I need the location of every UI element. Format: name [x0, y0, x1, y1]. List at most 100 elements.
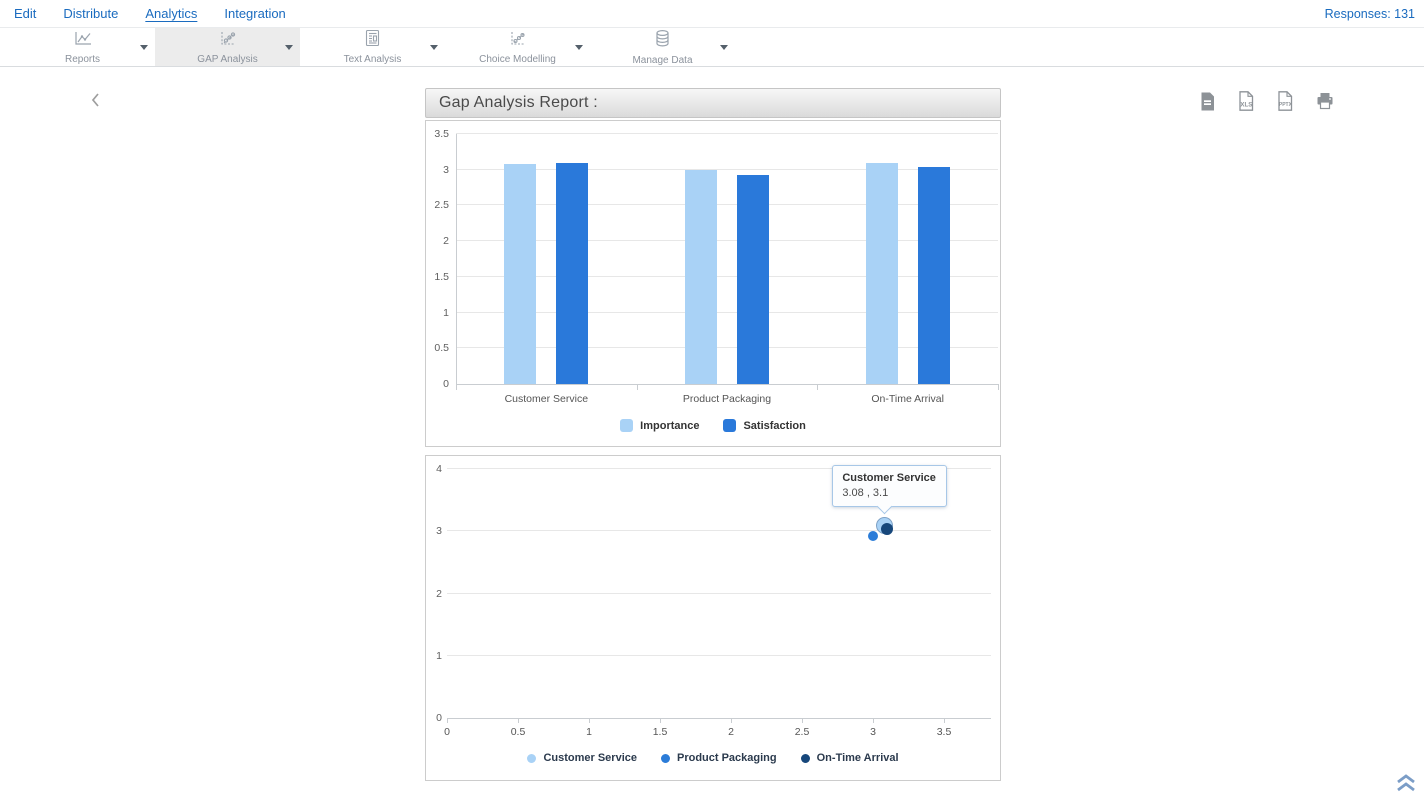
tooltip-pointer [877, 499, 893, 515]
x-axis-tick [589, 718, 590, 723]
x-axis-tick [456, 384, 457, 390]
nav-item-edit[interactable]: Edit [14, 6, 36, 21]
x-axis-tick [518, 718, 519, 723]
x-tick-label: 0.5 [503, 726, 533, 738]
scatter-legend: Customer Service Product Packaging On-Time… [426, 752, 1000, 764]
gridline [447, 530, 991, 531]
tab-label: Reports [65, 54, 100, 65]
x-axis-tick [637, 384, 638, 390]
double-chevron-up-icon [1394, 779, 1418, 796]
tab-text-analysis[interactable]: Text Analysis [300, 28, 445, 66]
nav-item-analytics[interactable]: Analytics [145, 6, 197, 21]
scatter-plot-area: 0123400.511.522.533.5Customer Service3.0… [426, 456, 1000, 780]
y-tick-label: 2 [426, 235, 449, 247]
x-axis-tick [731, 718, 732, 723]
bar-chart-plot-area: 00.511.522.533.5Customer ServiceProduct … [426, 121, 1000, 446]
gap-bar-chart: 00.511.522.533.5Customer ServiceProduct … [425, 120, 1001, 447]
point-on-time-arrival[interactable] [881, 523, 893, 535]
legend-label: On-Time Arrival [817, 752, 899, 764]
legend-label: Product Packaging [677, 752, 777, 764]
analytics-toolbar: Reports GAP Analysis Text Analysis [0, 28, 1424, 67]
tab-choice-modelling[interactable]: Choice Modelling [445, 28, 590, 66]
database-icon [654, 29, 671, 53]
nav-item-integration[interactable]: Integration [224, 6, 285, 21]
x-tick-label: 1.5 [645, 726, 675, 738]
x-axis-tick [660, 718, 661, 723]
tab-label: Choice Modelling [479, 54, 556, 65]
y-tick-label: 3 [426, 164, 449, 176]
legend-item-on-time-arrival[interactable]: On-Time Arrival [801, 752, 899, 764]
pptx-export-icon[interactable]: PPTX [1276, 91, 1295, 111]
x-tick-label: 2 [716, 726, 746, 738]
y-axis-line [456, 134, 457, 384]
tab-label: Text Analysis [344, 54, 402, 65]
legend-label: Customer Service [543, 752, 637, 764]
top-nav: Edit Distribute Analytics Integration Re… [0, 0, 1424, 28]
legend-item-product-packaging[interactable]: Product Packaging [661, 752, 777, 764]
point-product-packaging[interactable] [868, 531, 878, 541]
chevron-left-icon [90, 95, 100, 112]
bar-importance-product-packaging[interactable] [685, 170, 717, 384]
export-toolbar: XLS PPTX [1198, 91, 1334, 111]
x-axis-tick [944, 718, 945, 723]
x-axis-line [456, 384, 999, 385]
x-axis-tick [817, 384, 818, 390]
tooltip-title: Customer Service [842, 472, 936, 484]
y-tick-label: 1 [426, 650, 442, 662]
y-tick-label: 0 [426, 712, 442, 724]
responses-count[interactable]: Responses: 131 [1325, 7, 1424, 21]
x-axis-tick [873, 718, 874, 723]
legend-marker [723, 419, 736, 432]
y-tick-label: 0.5 [426, 342, 449, 354]
chevron-down-icon[interactable] [430, 45, 438, 50]
pptx-label: PPTX [1279, 102, 1293, 108]
bar-satisfaction-product-packaging[interactable] [737, 175, 769, 384]
scroll-to-top-button[interactable] [1394, 773, 1418, 797]
category-label: Customer Service [461, 393, 631, 405]
y-tick-label: 4 [426, 463, 442, 475]
x-tick-label: 1 [574, 726, 604, 738]
line-chart-icon [72, 30, 94, 52]
x-tick-label: 0 [432, 726, 462, 738]
y-tick-label: 0 [426, 378, 449, 390]
page-title: Gap Analysis Report : [426, 94, 598, 112]
y-tick-label: 3 [426, 525, 442, 537]
back-button[interactable] [90, 92, 100, 113]
tooltip-value: 3.08 , 3.1 [842, 487, 936, 499]
chevron-down-icon[interactable] [140, 45, 148, 50]
bar-importance-on-time-arrival[interactable] [866, 163, 898, 384]
bar-importance-customer-service[interactable] [504, 164, 536, 384]
y-tick-label: 1.5 [426, 271, 449, 283]
gridline [447, 593, 991, 594]
legend-item-satisfaction[interactable]: Satisfaction [723, 419, 805, 432]
legend-item-customer-service[interactable]: Customer Service [527, 752, 637, 764]
y-tick-label: 2 [426, 588, 442, 600]
bar-satisfaction-on-time-arrival[interactable] [918, 167, 950, 384]
legend-dot [661, 754, 670, 763]
y-tick-label: 2.5 [426, 199, 449, 211]
x-tick-label: 2.5 [787, 726, 817, 738]
y-tick-label: 3.5 [426, 128, 449, 140]
legend-dot [801, 754, 810, 763]
category-label: Product Packaging [642, 393, 812, 405]
choice-modelling-icon [507, 30, 528, 52]
xls-export-icon[interactable]: XLS [1237, 91, 1256, 111]
print-icon[interactable] [1315, 91, 1334, 111]
tab-reports[interactable]: Reports [10, 28, 155, 66]
chevron-down-icon[interactable] [575, 45, 583, 50]
tab-manage-data[interactable]: Manage Data [590, 28, 735, 66]
document-export-icon[interactable] [1198, 91, 1217, 111]
tab-gap-analysis[interactable]: GAP Analysis [155, 28, 300, 66]
tab-label: GAP Analysis [197, 54, 257, 65]
chevron-down-icon[interactable] [285, 45, 293, 50]
bar-legend: Importance Satisfaction [426, 419, 1000, 432]
chevron-down-icon[interactable] [720, 45, 728, 50]
nav-item-distribute[interactable]: Distribute [63, 6, 118, 21]
gridline [456, 133, 998, 134]
legend-item-importance[interactable]: Importance [620, 419, 699, 432]
text-analysis-icon [364, 29, 381, 52]
gridline [447, 655, 991, 656]
legend-label: Satisfaction [743, 420, 805, 432]
bar-satisfaction-customer-service[interactable] [556, 163, 588, 384]
tab-label: Manage Data [632, 55, 692, 66]
